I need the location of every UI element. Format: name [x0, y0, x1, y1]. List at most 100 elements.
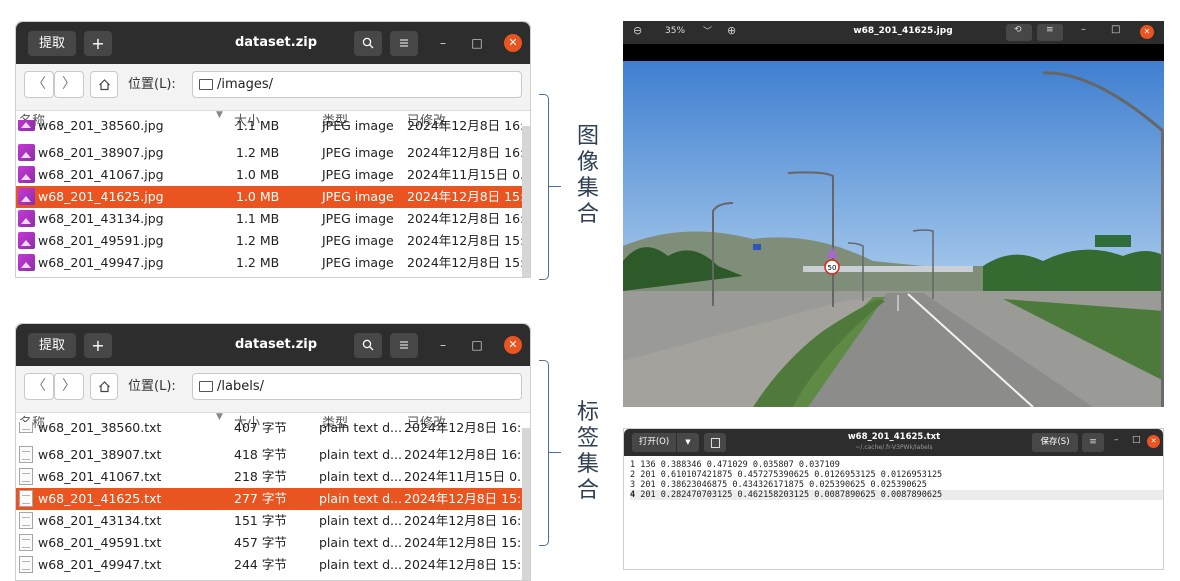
- labels-bracket-tick: [549, 452, 561, 453]
- back-button[interactable]: 〈: [24, 71, 54, 98]
- file-name: w68_201_41625.txt: [38, 491, 162, 506]
- minimize-icon[interactable]: –: [1114, 435, 1119, 445]
- file-size: 151 字节: [234, 513, 287, 528]
- zoom-in-icon[interactable]: ⊕: [727, 24, 736, 37]
- file-size: 1.1 MB: [236, 211, 280, 226]
- zoom-dropdown-icon[interactable]: ﹀: [703, 24, 712, 37]
- search-icon: [362, 37, 374, 49]
- add-button[interactable]: +: [84, 333, 112, 358]
- labels-set-label: 标 签 集 合: [576, 400, 599, 503]
- location-label: 位置(L):: [128, 379, 176, 394]
- menu-button[interactable]: [390, 31, 418, 56]
- rotate-button[interactable]: ⟲: [1006, 24, 1032, 41]
- file-type: plain text d...: [319, 491, 402, 506]
- extract-button[interactable]: 提取: [28, 333, 76, 358]
- file-row[interactable]: w68_201_49591.jpg 1.2 MB JPEG image 2024…: [16, 230, 530, 252]
- open-label: 打开(O): [638, 437, 670, 447]
- file-name: w68_201_43134.jpg: [38, 211, 164, 226]
- close-button[interactable]: ✕: [504, 336, 522, 354]
- file-row[interactable]: w68_201_38907.txt 418 字节 plain text d...…: [16, 444, 530, 466]
- home-button[interactable]: [90, 71, 118, 98]
- open-dropdown-button[interactable]: ▼: [677, 433, 699, 452]
- file-modified: 2024年12月8日 15:17: [407, 189, 531, 204]
- line-text: 201 0.610107421875 0.457275390625 0.0126…: [640, 470, 943, 480]
- extract-button[interactable]: 提取: [28, 31, 76, 56]
- forward-button[interactable]: 〉: [54, 71, 84, 98]
- menu-button[interactable]: [390, 333, 418, 358]
- editor-titlebar: 打开(O) ▼ w68_201_41625.txt ~/.cache/.fr-V…: [624, 429, 1163, 456]
- file-modified: 2024年11月15日 0...: [404, 469, 529, 484]
- file-name: w68_201_38907.txt: [38, 447, 162, 462]
- home-button[interactable]: [90, 373, 118, 400]
- file-row[interactable]: w68_201_38560.txt 407 字节 plain text d...…: [16, 422, 522, 436]
- image-file-icon: [18, 166, 35, 183]
- file-type: JPEG image: [322, 255, 394, 270]
- file-row[interactable]: w68_201_49947.jpg 1.2 MB JPEG image 2024…: [16, 252, 530, 274]
- location-bar: 〈 〉 位置(L): /images/: [16, 64, 530, 111]
- titlebar: 提取 + dataset.zip – □ ✕: [16, 324, 530, 366]
- minimize-button[interactable]: –: [434, 34, 452, 52]
- file-row-selected[interactable]: w68_201_41625.jpg 1.0 MB JPEG image 2024…: [16, 186, 530, 208]
- file-type: plain text d...: [319, 557, 402, 572]
- text-file-icon: [19, 422, 33, 433]
- text-file-icon: [19, 490, 33, 507]
- location-path: /labels/: [217, 379, 264, 394]
- new-tab-button[interactable]: [704, 433, 726, 452]
- file-row[interactable]: w68_201_43134.jpg 1.1 MB JPEG image 2024…: [16, 208, 530, 230]
- menu-icon: [400, 341, 408, 349]
- viewer-title: w68_201_41625.jpg: [853, 26, 953, 36]
- location-field[interactable]: /labels/: [192, 373, 522, 400]
- file-size: 1.2 MB: [236, 145, 280, 160]
- editor-menu-button[interactable]: ≡: [1082, 433, 1104, 452]
- location-field[interactable]: /images/: [192, 71, 522, 98]
- sort-icon: ▼: [216, 412, 223, 422]
- text-file-icon: [19, 556, 33, 573]
- file-modified: 2024年12月8日 16:07: [407, 211, 531, 226]
- file-row[interactable]: w68_201_49947.txt 244 字节 plain text d...…: [16, 554, 530, 576]
- editor-text-area[interactable]: 1 136 0.388346 0.471029 0.035807 0.03710…: [630, 460, 1163, 500]
- rotate-icon: ⟲: [1014, 25, 1022, 35]
- file-type: JPEG image: [322, 145, 394, 160]
- scrollbar[interactable]: [522, 126, 530, 277]
- file-type: plain text d...: [319, 447, 402, 462]
- line-number: 4: [630, 490, 636, 500]
- file-name: w68_201_49947.jpg: [38, 255, 164, 270]
- file-row[interactable]: w68_201_49591.txt 457 字节 plain text d...…: [16, 532, 530, 554]
- zoom-out-icon[interactable]: ⊖: [633, 24, 642, 37]
- image-file-icon: [18, 232, 35, 249]
- folder-icon: [199, 79, 213, 90]
- file-name: w68_201_41067.jpg: [38, 167, 164, 182]
- add-button[interactable]: +: [84, 31, 112, 56]
- file-row[interactable]: w68_201_41067.jpg 1.0 MB JPEG image 2024…: [16, 164, 530, 186]
- viewer-menu-button[interactable]: ≡: [1037, 24, 1063, 41]
- scrollbar[interactable]: [522, 428, 530, 580]
- file-row[interactable]: w68_201_41067.txt 218 字节 plain text d...…: [16, 466, 529, 488]
- minimize-icon: –: [440, 338, 446, 352]
- maximize-icon: □: [471, 36, 483, 50]
- file-row[interactable]: w68_201_38560.jpg 1.1 MB JPEG image 2024…: [16, 120, 522, 134]
- line-number: 2: [630, 470, 636, 480]
- maximize-icon[interactable]: □: [1132, 435, 1141, 445]
- maximize-icon[interactable]: □: [1111, 24, 1120, 35]
- minimize-button[interactable]: –: [434, 336, 452, 354]
- text-file-icon: [19, 446, 33, 463]
- close-button[interactable]: ✕: [504, 34, 522, 52]
- open-button[interactable]: 打开(O): [632, 433, 676, 452]
- minimize-icon[interactable]: –: [1081, 24, 1086, 35]
- save-button[interactable]: 保存(S): [1032, 433, 1078, 452]
- zoom-level[interactable]: 35%: [665, 26, 685, 36]
- file-row[interactable]: w68_201_38907.jpg 1.2 MB JPEG image 2024…: [16, 142, 530, 164]
- search-button[interactable]: [354, 333, 382, 358]
- file-row[interactable]: w68_201_43134.txt 151 字节 plain text d...…: [16, 510, 530, 532]
- search-button[interactable]: [354, 31, 382, 56]
- close-icon[interactable]: ✕: [1147, 435, 1160, 448]
- location-path: /images/: [217, 77, 274, 92]
- file-row-selected[interactable]: w68_201_41625.txt 277 字节 plain text d...…: [16, 488, 530, 510]
- maximize-button[interactable]: □: [468, 34, 486, 52]
- maximize-button[interactable]: □: [468, 336, 486, 354]
- back-button[interactable]: 〈: [24, 373, 54, 400]
- chevron-down-icon: ▼: [685, 438, 691, 446]
- close-icon[interactable]: ✕: [1140, 25, 1154, 39]
- forward-button[interactable]: 〉: [54, 373, 84, 400]
- file-name: w68_201_49947.txt: [38, 557, 162, 572]
